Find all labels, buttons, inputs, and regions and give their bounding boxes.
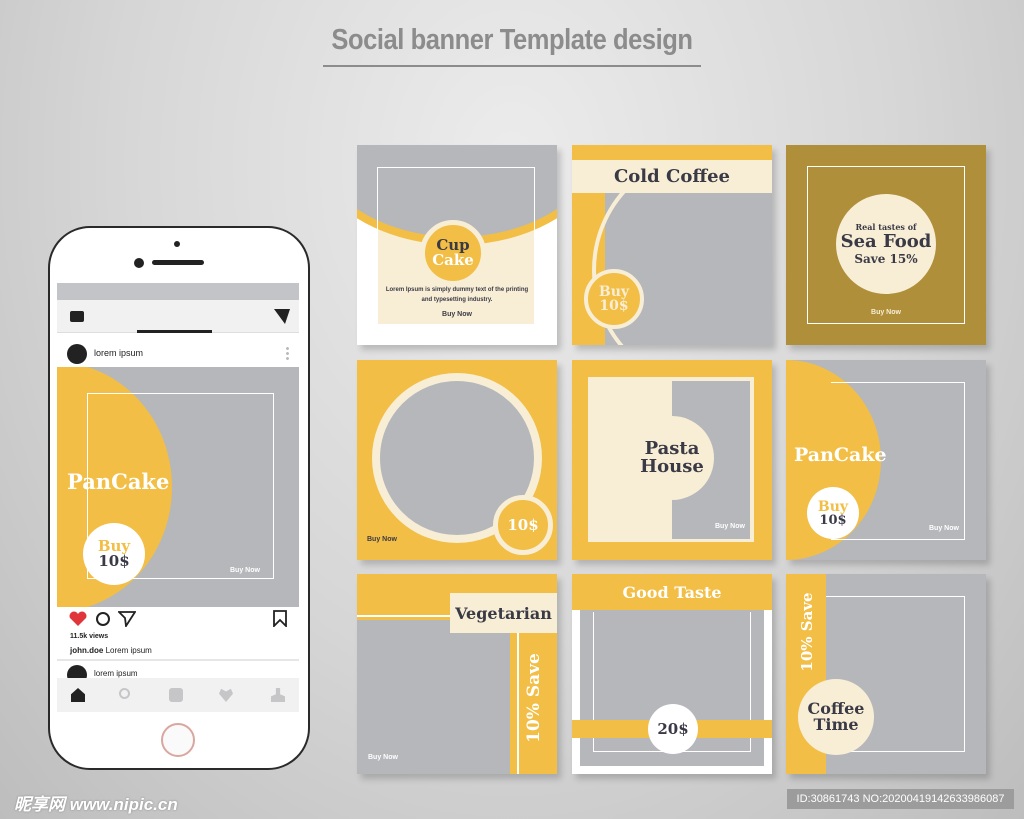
side-line (517, 632, 519, 774)
price-badge: 20$ (648, 704, 698, 754)
post-title: PanCake (67, 469, 170, 494)
tile-cupcake[interactable]: Cup Cake Lorem Ipsum is simply dummy tex… (357, 145, 557, 345)
tile-pancake[interactable]: PanCake Buy 10$ Buy Now (786, 360, 986, 560)
home-icon[interactable] (71, 688, 85, 702)
buy-now-link[interactable]: Buy Now (929, 525, 959, 532)
next-username: lorem ipsum (94, 669, 138, 678)
profile-icon[interactable] (271, 688, 285, 702)
home-button[interactable] (161, 723, 195, 757)
save-label: 10% Save (798, 592, 816, 672)
price-label: 10$ (507, 515, 539, 534)
share-icon[interactable] (118, 610, 136, 627)
tile-good-taste[interactable]: Good Taste 20$ (572, 574, 772, 774)
speaker-slot (152, 260, 204, 265)
coffee-time-badge: Coffee Time (798, 679, 874, 755)
tile-coffee-time[interactable]: 10% Save Coffee Time (786, 574, 986, 774)
cupcake-badge: Cup Cake (420, 220, 486, 286)
buy-now-link[interactable]: Buy Now (786, 309, 986, 316)
page-title: Social banner Template design (331, 24, 693, 56)
title-underline (323, 65, 701, 67)
cold-coffee-title: Cold Coffee (613, 166, 731, 187)
sea-food-title: Sea Food (840, 231, 932, 252)
price-label: 10$ (819, 512, 847, 528)
buy-now-link[interactable]: Buy Now (230, 567, 260, 574)
buy-badge[interactable]: Buy 10$ (584, 269, 644, 329)
tile-pasta[interactable]: Pasta House Buy Now (572, 360, 772, 560)
status-bar (57, 283, 299, 300)
views-count: 11.5k views (70, 633, 109, 640)
vegetarian-title: Vegetarian (455, 603, 552, 623)
tile-circle[interactable]: 10$ Buy Now (357, 360, 557, 560)
buy-now-link[interactable]: Buy Now (357, 311, 557, 318)
pancake-title: PanCake (794, 444, 887, 466)
bookmark-icon[interactable] (273, 610, 287, 627)
buy-now-link[interactable]: Buy Now (367, 536, 397, 543)
buy-badge[interactable]: Buy 10$ (807, 487, 859, 539)
pasta-badge: Pasta House (630, 416, 714, 500)
speaker-dot (174, 241, 180, 247)
price-label: 20$ (657, 719, 689, 738)
title-label: Vegetarian (450, 593, 557, 633)
buy-label: Buy (817, 498, 849, 515)
title-band: Good Taste (572, 574, 772, 610)
heart-icon[interactable] (69, 611, 87, 627)
save-label: 10% Save (524, 653, 544, 743)
divider (57, 659, 299, 661)
tile-cold-coffee[interactable]: Cold Coffee Buy 10$ (572, 145, 772, 345)
caption-user[interactable]: john.doe (70, 646, 103, 655)
app-bar-indicator (137, 330, 212, 333)
sea-food-pre: Real tastes of (855, 222, 917, 232)
caption-text: Lorem ipsum (105, 646, 152, 655)
cupcake-body: Lorem Ipsum is simply dummy text of the … (385, 287, 529, 303)
sea-food-save: Save 15% (854, 252, 918, 266)
comment-icon[interactable] (95, 611, 111, 627)
more-options-icon[interactable] (286, 346, 289, 360)
post-username[interactable]: lorem ipsum (94, 348, 143, 358)
caption: john.doe Lorem ipsum (70, 646, 152, 655)
image-id-label: ID:30861743 NO:20200419142633986087 (787, 789, 1014, 809)
heart-outline-icon[interactable] (219, 688, 233, 702)
price-badge: 10$ (493, 495, 553, 555)
sea-food-badge: Real tastes of Sea Food Save 15% (836, 194, 936, 294)
title-band: Cold Coffee (572, 160, 772, 193)
post-image: PanCake Buy 10$ Buy Now (57, 367, 299, 607)
search-icon[interactable] (119, 688, 130, 699)
good-taste-title: Good Taste (622, 582, 722, 602)
bottom-nav (57, 678, 299, 712)
avatar[interactable] (67, 344, 87, 364)
tile-vegetarian[interactable]: Vegetarian 10% Save Buy Now (357, 574, 557, 774)
price-label: 10$ (599, 298, 629, 314)
watermark-logo: 昵享网 www.nipic.cn (14, 795, 178, 814)
send-filter-icon[interactable] (274, 309, 290, 324)
price-label: 10$ (98, 552, 130, 570)
band-line (357, 615, 450, 617)
phone-screen: lorem ipsum PanCake Buy 10$ Buy Now 11.5… (57, 283, 299, 712)
buy-now-link[interactable]: Buy Now (715, 523, 745, 530)
camera-icon[interactable] (70, 311, 84, 322)
tile-sea-food[interactable]: Real tastes of Sea Food Save 15% Buy Now (786, 145, 986, 345)
buy-now-link[interactable]: Buy Now (368, 754, 398, 761)
coffee-time-line2: Time (813, 715, 859, 734)
app-bar (57, 300, 299, 333)
cupcake-line2: Cake (432, 251, 474, 269)
buy-label: Buy (598, 284, 630, 300)
buy-badge[interactable]: Buy 10$ (83, 523, 145, 585)
front-camera (134, 258, 144, 268)
pasta-line2: House (640, 456, 704, 477)
square-icon[interactable] (169, 688, 183, 702)
